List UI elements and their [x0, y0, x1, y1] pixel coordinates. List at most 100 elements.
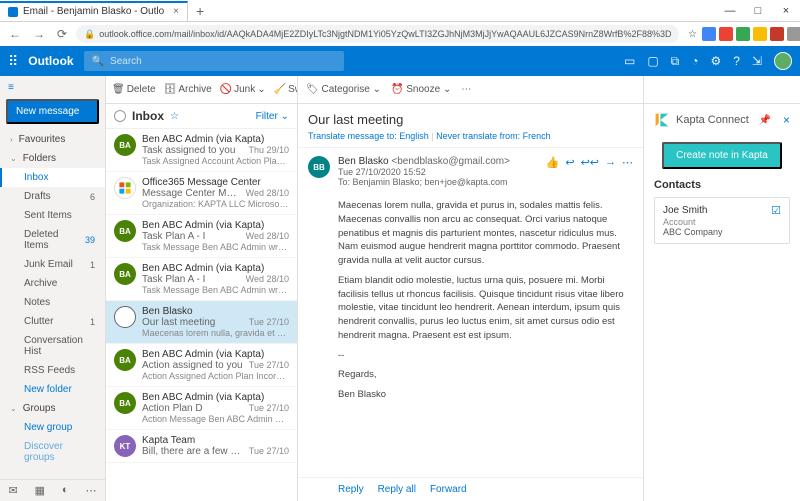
favourites-header[interactable]: ›Favourites [0, 130, 105, 149]
snooze-button[interactable]: ⏰ Snooze ⌄ [391, 84, 451, 95]
categorise-button[interactable]: 🏷 Categorise ⌄ [306, 84, 381, 95]
message-date: Wed 28/10 [246, 274, 289, 285]
message-item[interactable]: BABen ABC Admin (via Kapta)Task Plan A -… [106, 258, 297, 301]
teams-icon[interactable]: ▭ [624, 54, 635, 68]
pin-icon[interactable]: 📌 [759, 115, 771, 126]
nav-rss[interactable]: RSS Feeds [0, 361, 105, 380]
filter-button[interactable]: Filter ⌄ [256, 111, 289, 122]
discover-groups-link[interactable]: Discover groups [0, 437, 105, 467]
nav-sent[interactable]: Sent Items [0, 206, 105, 225]
checkbox-checked-icon[interactable]: ☑ [771, 204, 781, 217]
junk-button[interactable]: 🚫 Junk ⌄ [220, 84, 266, 95]
nav-junk[interactable]: Junk Email1 [0, 255, 105, 274]
brand-label: Outlook [28, 54, 73, 68]
translate-link[interactable]: Translate message to: English [308, 131, 429, 141]
people-icon[interactable]: ◐ [62, 484, 69, 497]
message-item[interactable]: Ben BlaskoOur last meetingTue 27/10Maece… [106, 301, 297, 344]
reply-link[interactable]: Reply [338, 484, 364, 495]
calendar-nav-icon[interactable]: ▦ [35, 484, 45, 497]
reply-all-icon[interactable]: ↩↩ [581, 156, 599, 187]
nav-menu-icon[interactable]: ≡ [8, 82, 14, 93]
message-date: Wed 28/10 [246, 188, 289, 199]
window-close-button[interactable]: × [772, 5, 800, 17]
message-list-pane: 🗑 Delete 🗄 Archive 🚫 Junk ⌄ 🧹 Sweep 📁 Mo… [106, 76, 298, 501]
nav-notes[interactable]: Notes [0, 293, 105, 312]
message-item[interactable]: BABen ABC Admin (via Kapta)Action Plan D… [106, 387, 297, 430]
chevron-right-icon: › [10, 135, 13, 144]
nav-archive[interactable]: Archive [0, 274, 105, 293]
message-date: Tue 27/10 [249, 317, 289, 328]
account-avatar[interactable] [774, 52, 792, 70]
browser-titlebar: Email - Benjamin Blasko - Outlo × + — □ … [0, 0, 800, 22]
message-sender: Ben ABC Admin (via Kapta) [142, 349, 264, 360]
groups-header[interactable]: ⌄Groups [0, 399, 105, 418]
ext-icon-1[interactable] [702, 27, 716, 41]
contact-card[interactable]: Joe Smith ☑ Account ABC Company [654, 197, 790, 244]
settings-icon[interactable]: ⚙ [710, 54, 721, 68]
new-message-button[interactable]: New message [6, 99, 99, 124]
select-all-checkbox[interactable] [114, 110, 126, 122]
extension-icons: ☆ ⋮ [685, 27, 800, 41]
folders-header[interactable]: ⌄Folders [0, 149, 105, 168]
ext-icon-6[interactable] [787, 27, 800, 41]
forward-button[interactable]: → [30, 27, 48, 41]
message-item[interactable]: Office365 Message CenterMessage Center M… [106, 172, 297, 215]
new-tab-button[interactable]: + [188, 3, 212, 19]
tab-close-icon[interactable]: × [173, 6, 179, 17]
new-folder-link[interactable]: New folder [0, 380, 105, 399]
message-sender: Ben ABC Admin (via Kapta) [142, 392, 264, 403]
back-button[interactable]: ← [6, 27, 24, 41]
ext-icon-2[interactable] [719, 27, 733, 41]
like-icon[interactable]: 👍 [546, 156, 560, 187]
calendar-icon[interactable]: ⧉ [671, 54, 680, 69]
search-icon: 🔍 [92, 56, 104, 67]
message-subject: Our last meeting [142, 317, 245, 328]
notifications-icon[interactable]: ◔ [691, 54, 698, 68]
ext-icon-5[interactable] [770, 27, 784, 41]
message-item[interactable]: BABen ABC Admin (via Kapta)Task Plan A -… [106, 215, 297, 258]
app-launcher-icon[interactable]: ⠿ [8, 53, 18, 70]
message-item[interactable]: KTKapta TeamBill, there are a few upcomi… [106, 430, 297, 463]
star-icon[interactable]: ☆ [170, 111, 179, 122]
new-group-link[interactable]: New group [0, 418, 105, 437]
nav-inbox[interactable]: Inbox [0, 168, 105, 187]
nav-drafts[interactable]: Drafts6 [0, 187, 105, 206]
create-note-button[interactable]: Create note in Kapta [662, 142, 782, 169]
never-translate-link[interactable]: Never translate from: French [436, 131, 551, 141]
meet-icon[interactable]: ▢ [647, 54, 658, 68]
nav-conversation-history[interactable]: Conversation Hist [0, 331, 105, 361]
forward-link[interactable]: Forward [430, 484, 467, 495]
nav-deleted[interactable]: Deleted Items39 [0, 225, 105, 255]
ext-icon-3[interactable] [736, 27, 750, 41]
reload-button[interactable]: ⟳ [54, 27, 70, 41]
mail-icon[interactable]: ✉ [8, 484, 17, 497]
more-icon[interactable]: ⋯ [86, 484, 97, 497]
feedback-icon[interactable]: ⇲ [752, 54, 762, 68]
message-preview: Maecenas lorem nulla, gravida et purus i… [142, 328, 289, 338]
panel-close-icon[interactable]: × [783, 113, 790, 127]
window-minimize-button[interactable]: — [716, 5, 744, 17]
archive-button[interactable]: 🗄 Archive [164, 84, 212, 95]
more-actions-icon[interactable]: ⋯ [461, 84, 471, 95]
reply-all-link[interactable]: Reply all [378, 484, 416, 495]
sweep-button[interactable]: 🧹 Sweep [274, 84, 297, 95]
message-preview: Task Assigned Account Action Plan Incorp… [142, 156, 289, 166]
kapta-logo-icon [654, 112, 670, 128]
delete-button[interactable]: 🗑 Delete [112, 84, 156, 95]
message-item[interactable]: BABen ABC Admin (via Kapta)Task assigned… [106, 129, 297, 172]
window-maximize-button[interactable]: □ [744, 5, 772, 17]
ext-icon-4[interactable] [753, 27, 767, 41]
forward-icon[interactable]: → [605, 156, 616, 187]
star-icon[interactable]: ☆ [685, 27, 699, 41]
more-icon[interactable]: ⋯ [622, 156, 633, 187]
search-placeholder: Search [110, 56, 142, 67]
url-field[interactable]: 🔒 outlook.office.com/mail/inbox/id/AAQkA… [76, 25, 679, 43]
tab-favicon [8, 7, 18, 17]
sig-dash: -- [338, 349, 633, 363]
nav-clutter[interactable]: Clutter1 [0, 312, 105, 331]
help-icon[interactable]: ? [733, 54, 740, 68]
message-item[interactable]: BABen ABC Admin (via Kapta)Action assign… [106, 344, 297, 387]
browser-tab[interactable]: Email - Benjamin Blasko - Outlo × [0, 1, 188, 21]
reply-icon[interactable]: ↩ [565, 156, 574, 187]
search-box[interactable]: 🔍 Search [84, 51, 344, 71]
